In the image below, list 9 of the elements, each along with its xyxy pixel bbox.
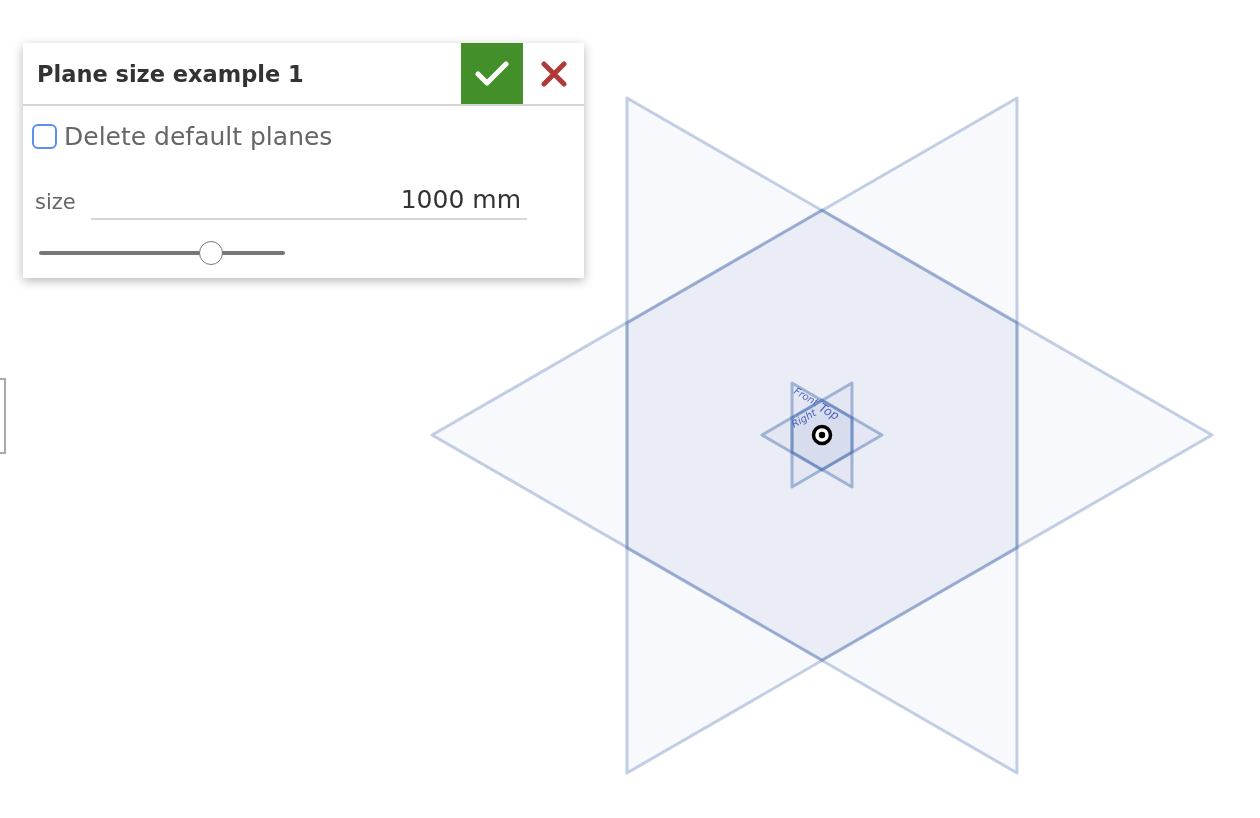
- close-icon: [540, 60, 567, 87]
- checkmark-icon: [475, 60, 509, 87]
- checkbox-label: Delete default planes: [64, 122, 333, 151]
- dialog-title: Plane size example 1: [36, 60, 305, 87]
- checkbox[interactable]: [32, 124, 57, 149]
- confirm-button[interactable]: [461, 43, 523, 104]
- size-input-field[interactable]: 1000 mm: [91, 185, 527, 220]
- field-label: size: [35, 190, 77, 216]
- slider-thumb[interactable]: [199, 241, 224, 265]
